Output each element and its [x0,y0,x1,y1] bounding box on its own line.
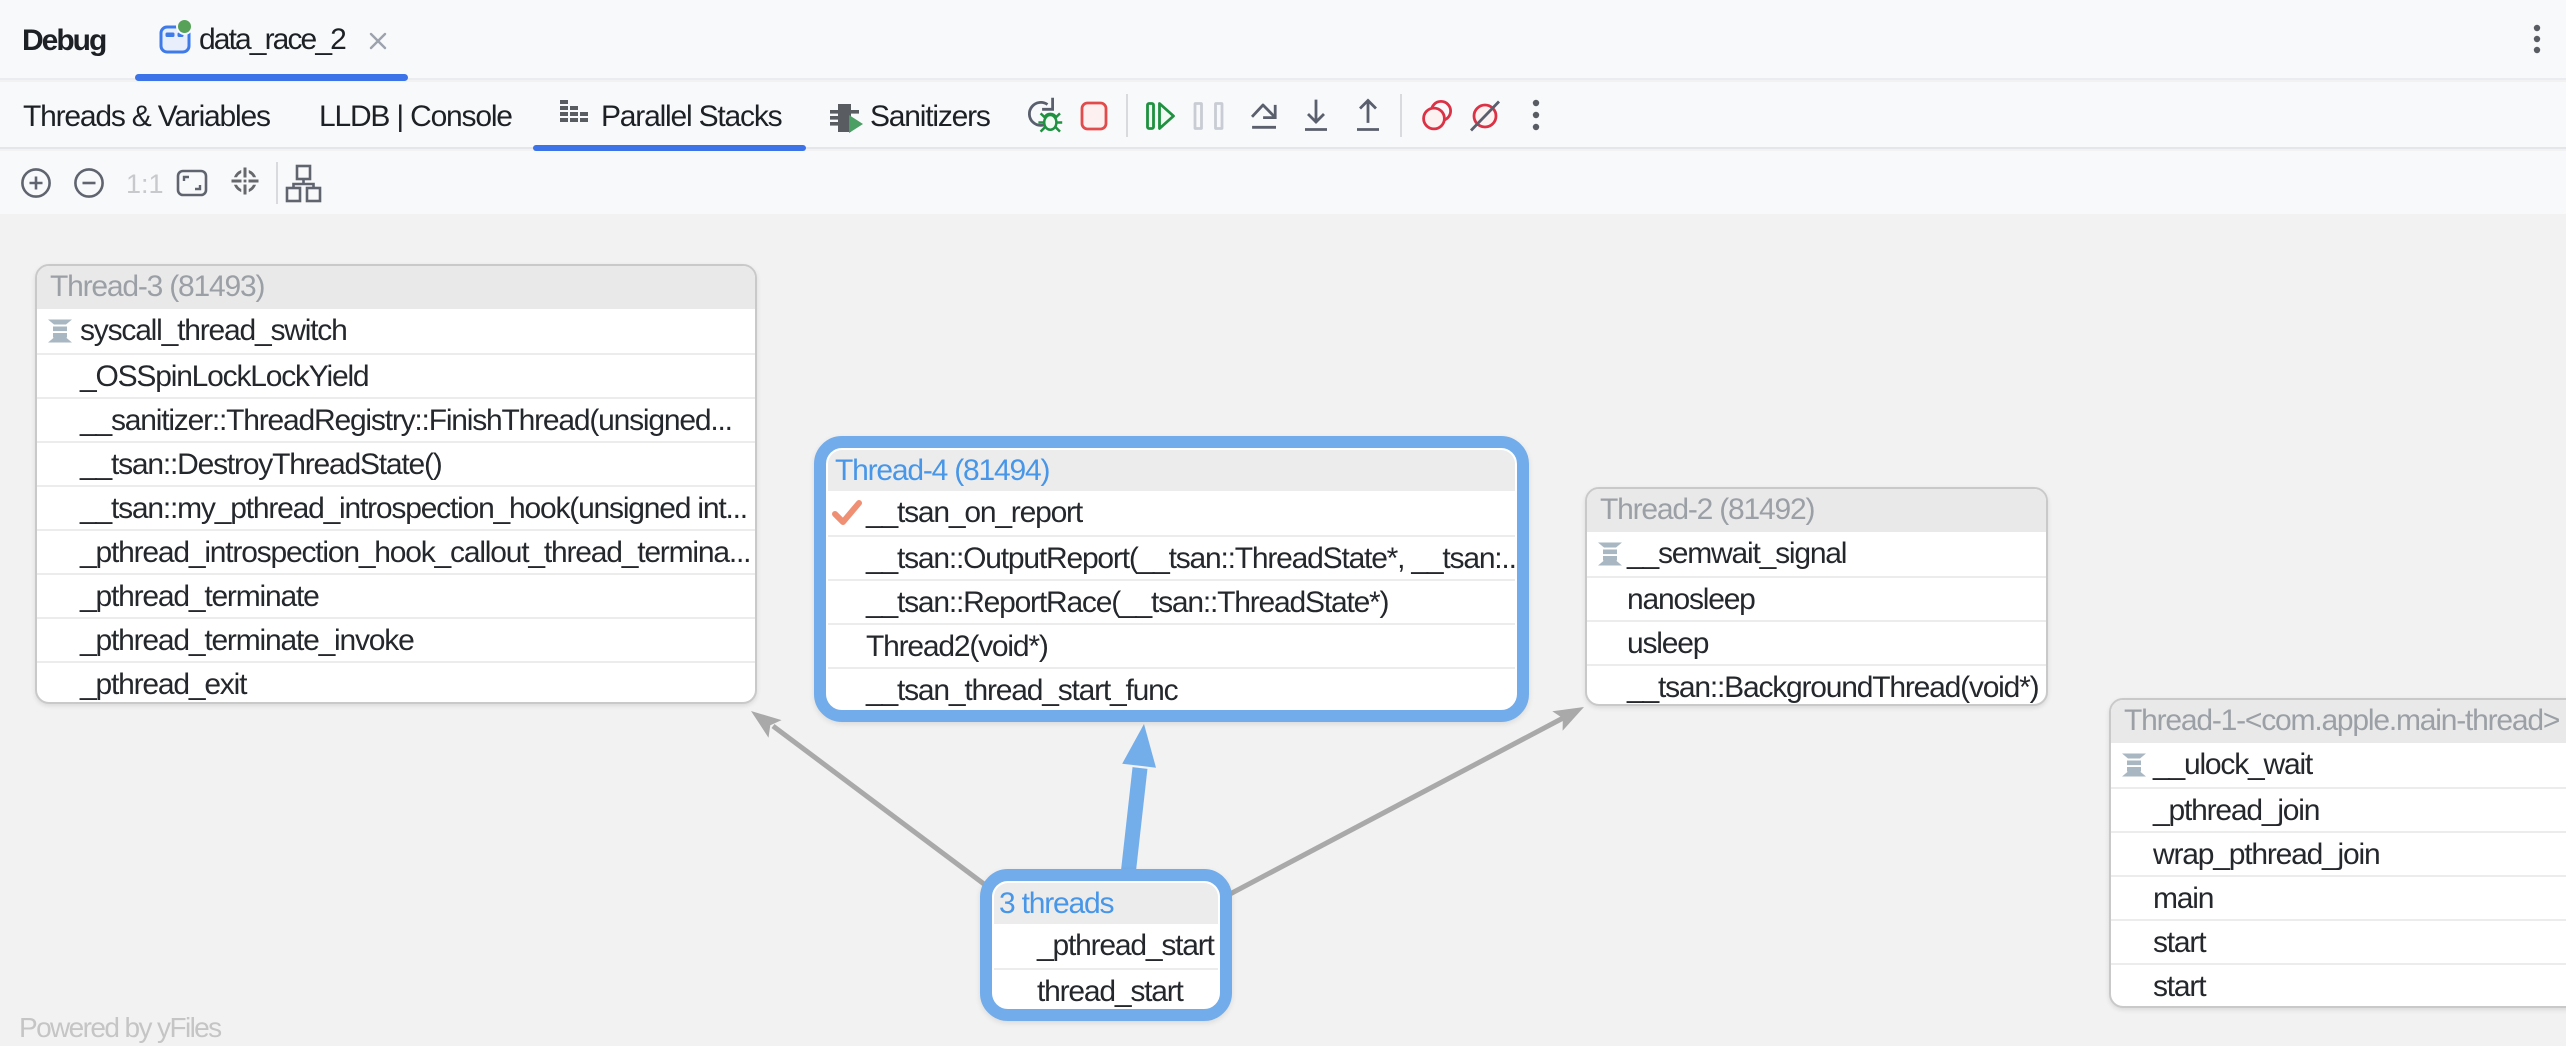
svg-text:1:1: 1:1 [126,169,164,199]
